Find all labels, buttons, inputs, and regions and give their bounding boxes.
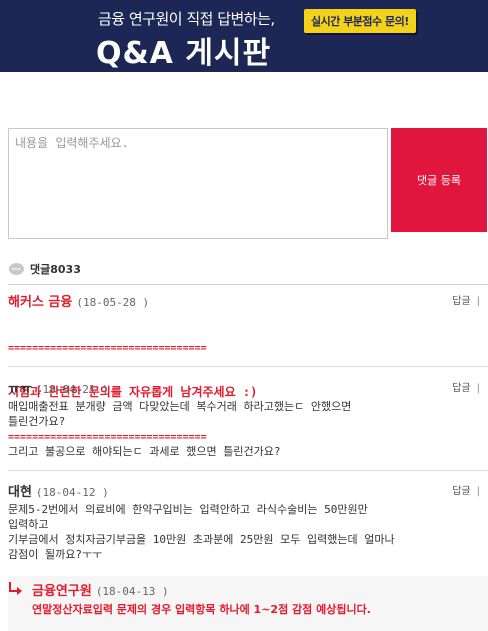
comment-author: 해커스 금융 — [8, 295, 73, 310]
qa-banner: 금융 연구원이 직접 답변하는, Q&A 게시판 실시간 부분점수 문의! — [0, 0, 488, 72]
divider — [8, 366, 488, 367]
comment-body: 문제5-2번에서 의료비에 한약구입비는 입력안하고 라식수술비는 50만원만 … — [8, 503, 395, 561]
comment-count-label: 댓글8033 — [30, 263, 81, 276]
banner-title: Q&A 게시판 — [96, 36, 272, 71]
comment-count: 댓글8033 — [9, 261, 81, 277]
divider — [8, 470, 488, 471]
comment-date: (18-04-12 ) — [35, 486, 109, 499]
comment-author: ㅠㅠ — [8, 382, 32, 397]
reply-button[interactable]: 답글 | — [452, 379, 480, 394]
speech-bubble-icon — [9, 263, 24, 275]
reply-button[interactable]: 답글 | — [452, 292, 480, 307]
banner-badge: 실시간 부분점수 문의! — [304, 9, 416, 33]
comment-body: 매입매출전표 분개량 금액 다맞았는데 복수거래 하라고했는ㄷ 안했으면 틀린건… — [8, 400, 352, 458]
comment-author: 대현 — [8, 485, 32, 500]
list-item: ㅠㅠ (18-04-21 ) 답글 | 매입매출전표 분개량 금액 다맞았는데 복… — [8, 378, 488, 459]
banner-subtitle: 금융 연구원이 직접 답변하는, — [98, 10, 275, 28]
answer-author: 금융연구원 — [32, 584, 92, 599]
submit-comment-button[interactable]: 댓글 등록 — [391, 128, 487, 232]
list-item: 대현 (18-04-12 ) 답글 | 문제5-2번에서 의료비에 한약구입비는 … — [8, 481, 488, 562]
comment-input[interactable] — [8, 128, 388, 239]
answer-date: (18-04-13 ) — [95, 585, 169, 598]
answer-body: 연말정산자료입력 문제의 경우 입력항목 하나에 1~2점 감점 예상됩니다. — [32, 603, 371, 616]
comment-date: (18-05-28 ) — [76, 296, 150, 309]
divider — [8, 284, 488, 285]
reply-button[interactable]: 답글 | — [452, 482, 480, 497]
comment-date: (18-04-21 ) — [35, 383, 109, 396]
reply-arrow-icon — [9, 582, 22, 595]
answer-item: 금융연구원 (18-04-13 ) 연말정산자료입력 문제의 경우 입력항목 하… — [8, 576, 488, 631]
